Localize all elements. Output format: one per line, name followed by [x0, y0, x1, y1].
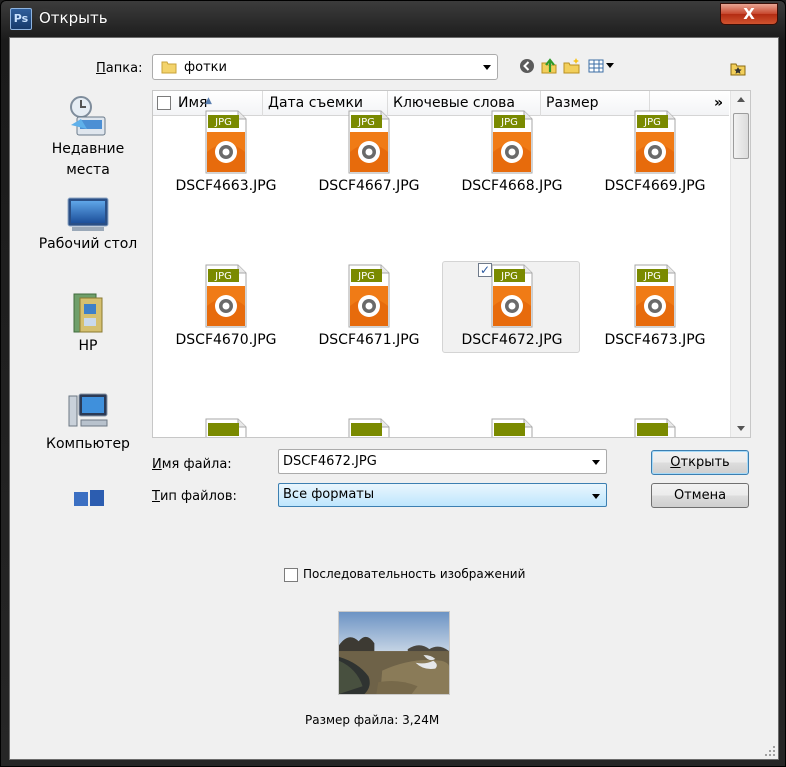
desktop-icon	[67, 197, 109, 231]
svg-text:JPG: JPG	[214, 117, 232, 128]
photoshop-app-icon: Ps	[10, 8, 32, 30]
filetype-label: Тип файлов:	[152, 489, 237, 504]
folder-current-value: фотки	[184, 60, 227, 75]
svg-text:JPG: JPG	[643, 117, 661, 128]
file-tile[interactable]: JPG DSCF4671.JPG	[299, 261, 437, 353]
file-grid: JPG DSCF4663.JPG JPG DSCF4667.JPG JPG DSCF466…	[153, 110, 729, 437]
jpg-file-icon	[205, 418, 247, 437]
close-button[interactable]: X	[720, 3, 778, 25]
title-bar[interactable]: Ps Открыть X	[1, 1, 785, 37]
file-tile[interactable]: JPG DSCF4673.JPG	[585, 261, 723, 353]
vertical-scrollbar[interactable]	[730, 91, 750, 437]
jpg-file-icon	[348, 418, 390, 437]
computer-icon	[68, 393, 108, 427]
svg-text:JPG: JPG	[357, 271, 375, 282]
favorite-folder-icon[interactable]	[729, 60, 747, 78]
file-tile[interactable]: JPG DSCF4668.JPG	[442, 107, 580, 199]
file-select-checkbox[interactable]: ✓	[478, 263, 492, 277]
arrow-up-icon	[737, 97, 745, 102]
image-sequence-label: Последовательность изображений	[303, 567, 526, 581]
svg-text:JPG: JPG	[643, 271, 661, 282]
file-name-label: DSCF4668.JPG	[461, 178, 563, 194]
file-tile[interactable]: JPG DSCF4663.JPG	[156, 107, 294, 199]
window-title: Открыть	[39, 9, 108, 27]
view-menu-icon[interactable]	[588, 57, 616, 75]
open-button[interactable]: Открыть	[651, 450, 749, 475]
file-name-label: DSCF4671.JPG	[318, 332, 420, 348]
place-network[interactable]	[28, 488, 148, 506]
jpg-file-icon	[491, 418, 533, 437]
network-icon	[74, 490, 104, 506]
file-name-label: DSCF4667.JPG	[318, 178, 420, 194]
file-tile[interactable]	[299, 415, 437, 437]
file-tile[interactable]	[442, 415, 580, 437]
filename-input[interactable]: DSCF4672.JPG	[278, 449, 607, 474]
image-preview	[338, 611, 450, 695]
open-dialog-window: Ps Открыть X Папка: фотки Недавние места…	[0, 0, 786, 767]
user-folder-icon	[73, 293, 103, 333]
filetype-dropdown[interactable]: Все форматы	[278, 483, 607, 507]
recent-places-icon	[70, 96, 106, 136]
jpg-file-icon: JPG	[348, 110, 390, 174]
dialog-body: Папка: фотки Недавние места Рабочий стол…	[9, 37, 779, 760]
up-folder-icon[interactable]	[540, 57, 558, 75]
svg-text:JPG: JPG	[500, 117, 518, 128]
folder-icon	[161, 61, 177, 74]
chevron-down-icon[interactable]	[592, 460, 600, 465]
file-tile[interactable]: JPG ✓ DSCF4672.JPG	[442, 261, 580, 353]
file-size-text: Размер файла: 3,24M	[305, 713, 440, 727]
file-name-label: DSCF4669.JPG	[604, 178, 706, 194]
chevron-down-icon	[592, 494, 600, 499]
resize-grip-icon[interactable]	[764, 745, 776, 757]
jpg-file-icon: JPG	[491, 110, 533, 174]
jpg-file-icon: JPG	[205, 264, 247, 328]
file-name-label: DSCF4673.JPG	[604, 332, 706, 348]
place-recent[interactable]: Недавние места	[28, 95, 148, 181]
file-name-label: DSCF4663.JPG	[175, 178, 277, 194]
file-name-label: DSCF4670.JPG	[175, 332, 277, 348]
place-computer[interactable]: Компьютер	[28, 390, 148, 455]
folder-dropdown[interactable]: фотки	[152, 54, 498, 80]
scroll-up-button[interactable]	[731, 91, 750, 108]
jpg-file-icon: JPG	[205, 110, 247, 174]
scroll-down-button[interactable]	[731, 420, 750, 437]
file-tile[interactable]: JPG DSCF4669.JPG	[585, 107, 723, 199]
jpg-file-icon: JPG	[634, 264, 676, 328]
chevron-down-icon	[483, 65, 491, 70]
back-icon[interactable]	[518, 57, 536, 75]
file-tile[interactable]	[585, 415, 723, 437]
svg-text:JPG: JPG	[500, 271, 518, 282]
jpg-file-icon: JPG	[348, 264, 390, 328]
place-desktop[interactable]: Рабочий стол	[28, 196, 148, 255]
places-bar: Недавние места Рабочий стол HP Компьютер	[28, 90, 148, 506]
svg-text:JPG: JPG	[214, 271, 232, 282]
file-name-label: DSCF4672.JPG	[461, 332, 563, 348]
cancel-button[interactable]: Отмена	[651, 483, 749, 508]
filename-label: Имя файла:	[152, 457, 232, 472]
jpg-file-icon: JPG	[634, 110, 676, 174]
file-tile[interactable]: JPG DSCF4667.JPG	[299, 107, 437, 199]
arrow-down-icon	[737, 426, 745, 431]
file-list[interactable]: ▲ Имя Дата съемки Ключевые слова Размер …	[152, 90, 751, 438]
file-tile[interactable]: JPG DSCF4670.JPG	[156, 261, 294, 353]
folder-label: Папка:	[96, 61, 143, 76]
new-folder-icon[interactable]	[563, 57, 581, 75]
jpg-file-icon: JPG	[491, 264, 533, 328]
close-icon: X	[743, 5, 755, 23]
scroll-thumb[interactable]	[733, 113, 749, 159]
svg-text:JPG: JPG	[357, 117, 375, 128]
place-hp[interactable]: HP	[28, 290, 148, 357]
image-sequence-checkbox[interactable]	[284, 568, 298, 582]
file-tile[interactable]	[156, 415, 294, 437]
jpg-file-icon	[634, 418, 676, 437]
